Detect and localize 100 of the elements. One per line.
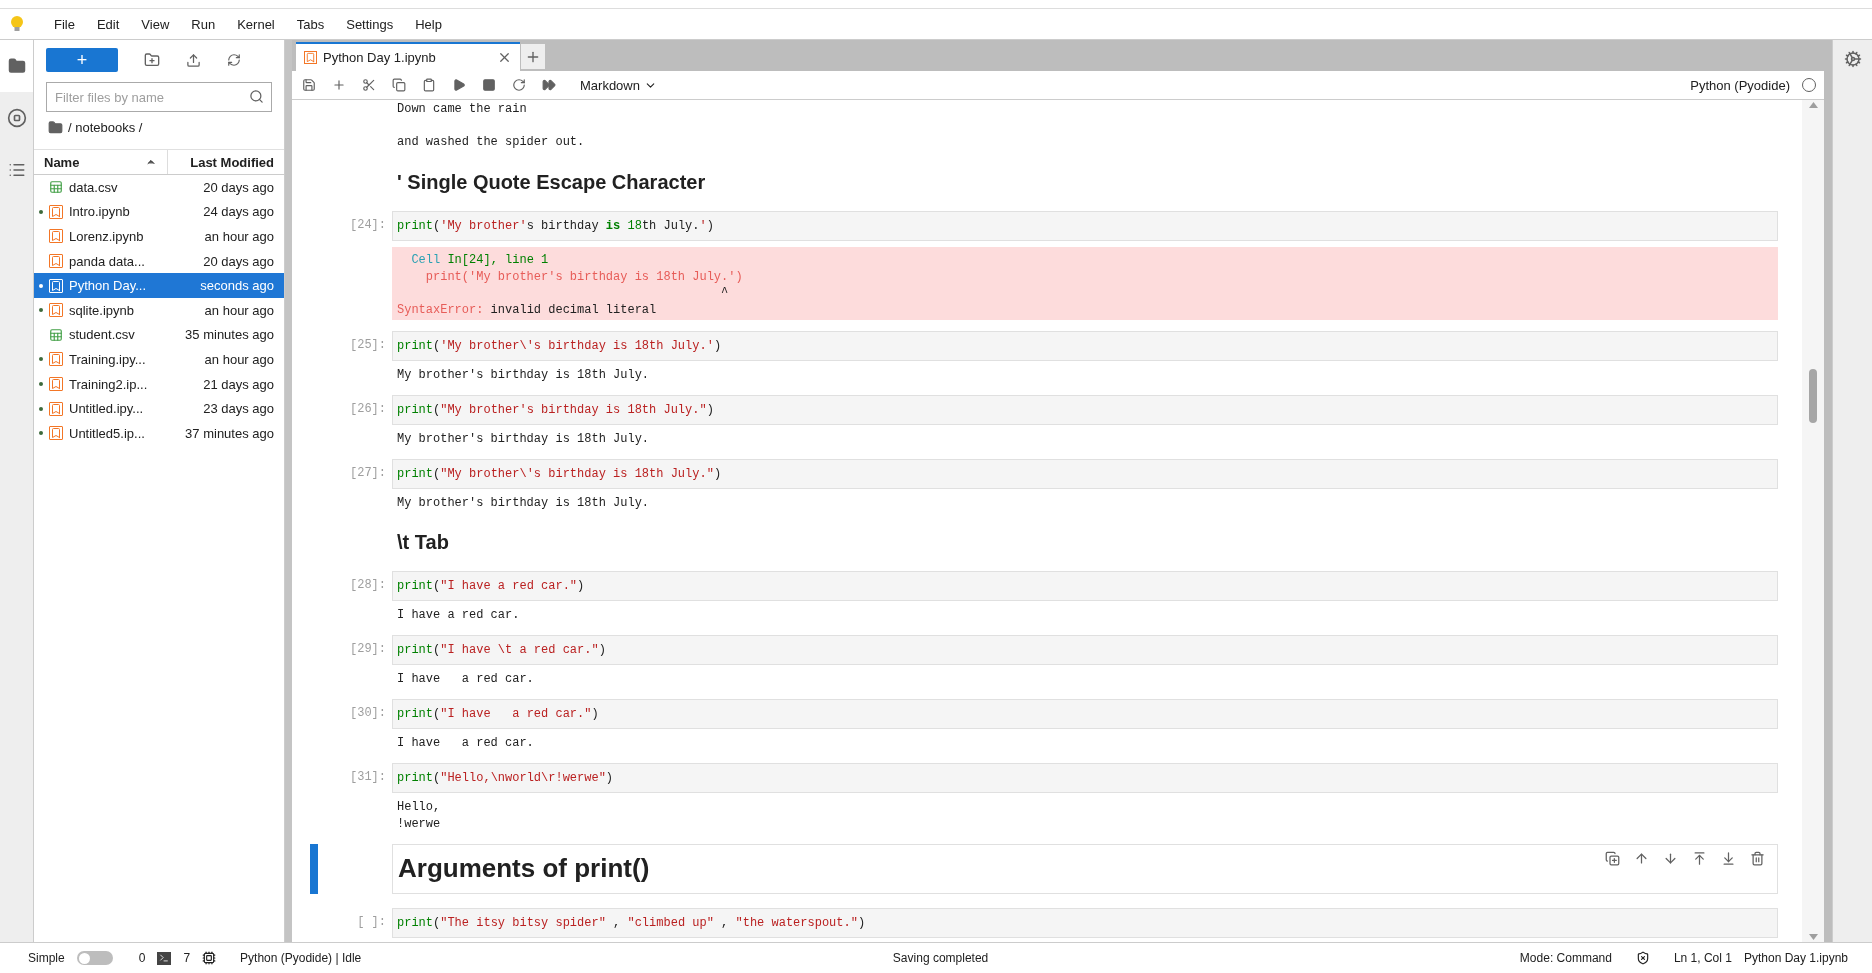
copy-icon[interactable] <box>390 78 408 92</box>
browser-entry[interactable]: Intro.ipynb 24 days ago <box>34 199 284 225</box>
code-input[interactable]: print('My brother's birthday is 18th July.') <box>392 211 1778 241</box>
cell-output: My brother's birthday is 18th July. <box>396 431 651 448</box>
spreadsheet-icon <box>49 180 63 195</box>
mode-label: Simple <box>28 951 65 965</box>
close-icon[interactable] <box>497 50 512 65</box>
browser-entry[interactable]: Python Day... seconds ago <box>34 273 284 298</box>
browser-entry[interactable]: Training2.ip... 21 days ago <box>34 371 284 397</box>
restart-icon[interactable] <box>510 78 528 92</box>
heading: Arguments of print() <box>397 852 651 885</box>
markdown-text: Down came the rain <box>396 101 528 118</box>
simple-mode-switch[interactable] <box>76 951 113 965</box>
browser-entry[interactable]: Lorenz.ipynb an hour ago <box>34 224 284 249</box>
browser-entry[interactable]: Untitled.ipy... 23 days ago <box>34 396 284 421</box>
new-launcher-button[interactable]: + <box>46 48 118 72</box>
browser-entry[interactable]: data.csv 20 days ago <box>34 175 284 200</box>
save-icon[interactable] <box>300 78 318 92</box>
notebook-icon <box>49 303 63 318</box>
menu-item[interactable]: Tabs <box>286 16 337 32</box>
cell-output: My brother's birthday is 18th July. <box>396 367 651 384</box>
menu-item[interactable]: Kernel <box>227 16 287 32</box>
cell-prompt: [30]: <box>349 705 387 722</box>
browser-entry[interactable]: panda data... 20 days ago <box>34 248 284 274</box>
cell-output: I have a red car. <box>396 735 535 752</box>
cursor-position[interactable]: Ln 1, Col 1 <box>1673 951 1732 965</box>
kernel-status[interactable]: Python (Pyodide) | Idle <box>240 951 362 965</box>
cell-output: Hello, <box>396 799 442 816</box>
code-input[interactable]: print("I have a red car.") <box>392 699 1778 729</box>
error-output: Cell In[24], line 1 print('My brother's birthday is 18th July.') ^ SyntaxError: invalid decimal literal <box>392 247 1778 320</box>
sidebar-tab[interactable] <box>0 40 33 92</box>
heading: \t Tab <box>396 530 450 554</box>
folder-icon <box>7 57 26 75</box>
code-input[interactable]: print("My brother's birthday is 18th July.") <box>392 395 1778 425</box>
browser-entry[interactable]: Untitled5.ip... 37 minutes ago <box>34 420 284 446</box>
cell-prompt: [25]: <box>349 337 387 354</box>
notebook-icon <box>49 377 63 392</box>
insert-above-icon[interactable] <box>1692 851 1707 866</box>
browser-entry[interactable]: Training.ipy... an hour ago <box>34 347 284 372</box>
notebook-icon <box>304 51 317 64</box>
browser-entry[interactable]: sqlite.ipynb an hour ago <box>34 297 284 323</box>
notebook-icon <box>49 254 63 269</box>
document-tab[interactable]: Python Day 1.ipynb <box>296 42 520 71</box>
shield-icon <box>1635 951 1650 965</box>
status-message: Saving completed <box>892 951 989 965</box>
scrollbar-thumb[interactable] <box>1809 369 1817 423</box>
arrow-down-icon[interactable] <box>1663 851 1678 866</box>
spreadsheet-icon <box>49 327 63 342</box>
notebook-icon <box>49 204 63 219</box>
terminal-icon <box>157 951 172 965</box>
terminal-count: 0 <box>138 951 146 965</box>
menu-item[interactable]: Help <box>405 16 454 32</box>
cell-output: I have a red car. <box>396 607 521 624</box>
mode-status[interactable]: Mode: Command <box>1519 951 1612 965</box>
chip-icon <box>202 951 217 965</box>
cell-output: My brother's birthday is 18th July. <box>396 495 651 512</box>
new-folder-icon[interactable] <box>144 52 160 68</box>
menu-item[interactable]: Edit <box>86 16 132 32</box>
lightbulb-icon <box>10 15 24 33</box>
cell-prompt: [28]: <box>349 577 387 594</box>
notebook-icon <box>49 352 63 367</box>
menu-item[interactable]: File <box>44 16 87 32</box>
code-input[interactable]: print("I have \t a red car.") <box>392 635 1778 665</box>
code-input[interactable]: print("Hello,\nworld\r!werwe") <box>392 763 1778 793</box>
cell-type-dropdown[interactable]: Markdown <box>574 76 663 94</box>
column-header[interactable]: Last Modified <box>168 150 284 174</box>
cell-prompt: [29]: <box>349 641 387 658</box>
breadcrumb[interactable]: / notebooks / <box>68 120 143 135</box>
menu-item[interactable]: Run <box>181 16 228 32</box>
cell-output: I have a red car. <box>396 671 535 688</box>
menu-item[interactable]: Settings <box>336 16 406 32</box>
heading: ' Single Quote Escape Character <box>396 170 707 194</box>
filter-field[interactable]: Filter files by name <box>46 82 272 112</box>
column-header[interactable]: Name <box>34 150 168 174</box>
search-icon <box>249 89 264 104</box>
notebook-icon <box>49 278 63 293</box>
code-input[interactable]: print('My brother\'s birthday is 18th July.') <box>392 331 1778 361</box>
stop-icon[interactable] <box>480 78 498 92</box>
cell-prompt: [24]: <box>349 217 387 234</box>
duplicate-icon[interactable] <box>1605 851 1620 866</box>
fast-forward-icon[interactable] <box>540 78 558 92</box>
new-tab-button[interactable] <box>521 44 545 69</box>
file-name: Python Day 1.ipynb <box>1743 951 1848 965</box>
cell-output: !werwe <box>396 816 442 833</box>
notebook-icon <box>49 229 63 244</box>
folder-icon <box>48 120 63 135</box>
list-icon <box>7 161 26 179</box>
insert-below-icon[interactable] <box>1721 851 1736 866</box>
kernel-name[interactable]: Python (Pyodide) <box>1690 77 1790 93</box>
refresh-icon[interactable] <box>227 53 241 67</box>
menu-item[interactable]: View <box>131 16 182 32</box>
code-input[interactable]: print("The itsy bitsy spider" , "climbed up" , "the waterspout.") <box>392 908 1778 938</box>
trash-icon[interactable] <box>1750 851 1765 866</box>
cell-prompt: [27]: <box>349 465 387 482</box>
notebook-icon <box>49 401 63 416</box>
upload-icon[interactable] <box>186 52 201 68</box>
browser-entry[interactable]: student.csv 35 minutes ago <box>34 322 284 348</box>
code-input[interactable]: print("My brother\'s birthday is 18th July.") <box>392 459 1778 489</box>
cell-prompt: [26]: <box>349 401 387 418</box>
code-input[interactable]: print("I have a red car.") <box>392 571 1778 601</box>
